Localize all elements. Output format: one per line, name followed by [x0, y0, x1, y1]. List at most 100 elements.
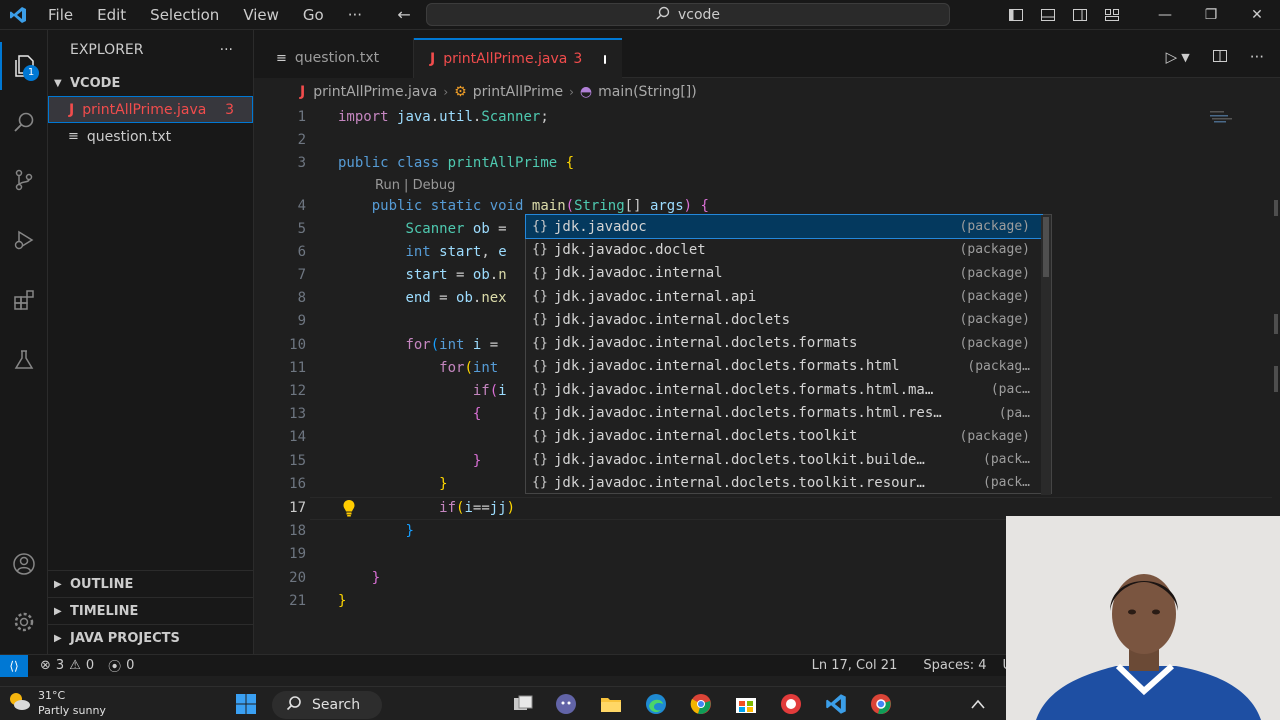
taskbar-search[interactable]: Search: [272, 691, 382, 719]
suggestion-label: jdk.javadoc: [554, 218, 647, 235]
chrome-profile-icon[interactable]: [868, 692, 894, 716]
run-dropdown-icon[interactable]: ▼: [1181, 51, 1189, 68]
vscode-taskbar-icon[interactable]: [823, 692, 849, 716]
chat-app-icon[interactable]: [553, 692, 579, 716]
suggestion-item[interactable]: {} jdk.javadoc.internal.doclets.formats …: [526, 332, 1042, 355]
suggestion-detail: (pac…: [990, 382, 1030, 398]
timeline-section[interactable]: ▶ TIMELINE: [48, 597, 254, 624]
code-line-11: for(int: [439, 360, 499, 376]
search-icon: [286, 695, 302, 715]
suggestion-detail: (pack…: [983, 452, 1030, 468]
file-item-printallprime[interactable]: J printAllPrime.java 3: [48, 96, 253, 123]
chrome-icon[interactable]: [688, 692, 714, 716]
ports-indicator[interactable]: ⦿ 0: [108, 656, 134, 675]
command-center-search[interactable]: vcode: [426, 3, 950, 26]
file-explorer-icon[interactable]: [598, 692, 624, 716]
toggle-panel-icon[interactable]: [1032, 0, 1064, 30]
customize-layout-icon[interactable]: [1096, 0, 1128, 30]
suggest-widget: {} jdk.javadoc (package) {} jdk.javadoc.…: [525, 213, 1052, 495]
toggle-secondary-sidebar-icon[interactable]: [1064, 0, 1096, 30]
breadcrumb-file[interactable]: printAllPrime.java: [313, 84, 437, 100]
folder-vcode[interactable]: ▼ VCODE: [48, 70, 253, 96]
codelens-run-debug[interactable]: Run | Debug: [375, 176, 455, 196]
edge-browser-icon[interactable]: [643, 692, 669, 716]
weather-temperature: 31°C: [38, 689, 66, 702]
windows-start-icon[interactable]: [233, 692, 259, 716]
menu-edit[interactable]: Edit: [85, 0, 138, 30]
partly-sunny-icon: [6, 690, 32, 716]
suggestion-item[interactable]: {} jdk.javadoc.internal.api (package): [526, 285, 1042, 308]
explorer-activity-icon[interactable]: 1: [0, 42, 48, 90]
source-control-icon[interactable]: [0, 156, 48, 204]
suggestion-item[interactable]: {} jdk.javadoc.internal.doclets.formats.…: [526, 355, 1042, 378]
problems-indicator[interactable]: ⊗ 3 ⚠ 0: [40, 658, 94, 673]
chevron-right-icon: ›: [569, 85, 574, 99]
line-number: 10: [289, 337, 306, 353]
task-view-icon[interactable]: [510, 692, 536, 716]
code-line-5: Scanner ob =: [405, 221, 516, 237]
suggestion-item[interactable]: {} jdk.javadoc.internal.doclets.toolkit …: [526, 425, 1042, 448]
extensions-icon[interactable]: [0, 276, 48, 324]
suggestion-item[interactable]: {} jdk.javadoc.internal.doclets (package…: [526, 308, 1042, 331]
menu-selection[interactable]: Selection: [138, 0, 231, 30]
method-symbol-icon: ◓: [579, 84, 593, 100]
code-line-16: }: [439, 476, 448, 492]
close-icon[interactable]: ✕: [1234, 0, 1280, 30]
search-activity-icon[interactable]: [0, 98, 48, 146]
suggestion-item[interactable]: {} jdk.javadoc.internal.doclets.toolkit.…: [526, 471, 1042, 494]
weather-widget[interactable]: 31°C Partly sunny: [6, 688, 106, 718]
ports-count: 0: [126, 658, 135, 673]
tray-chevron-up-icon[interactable]: [965, 692, 991, 716]
explorer-more-button[interactable]: ···: [220, 42, 233, 58]
breadcrumb-method[interactable]: main(String[]): [598, 84, 697, 100]
line-number: 8: [297, 290, 306, 306]
explorer-header: EXPLORER ···: [48, 30, 253, 70]
suggestion-item[interactable]: {} jdk.javadoc.internal.doclets.toolkit.…: [526, 448, 1042, 471]
indentation[interactable]: Spaces: 4: [923, 658, 986, 673]
minimap[interactable]: [1208, 110, 1236, 126]
lightbulb-icon[interactable]: [342, 499, 356, 517]
suggest-scrollbar[interactable]: [1041, 215, 1051, 495]
more-actions-button[interactable]: ···: [1250, 48, 1264, 68]
suggestion-item[interactable]: {} jdk.javadoc.internal (package): [526, 262, 1042, 285]
suggestion-item[interactable]: {} jdk.javadoc.internal.doclets.formats.…: [526, 401, 1042, 424]
breadcrumb-class[interactable]: printAllPrime: [473, 84, 563, 100]
minimize-icon[interactable]: —: [1142, 0, 1188, 30]
remote-indicator-icon[interactable]: ⟨⟩: [0, 654, 28, 677]
testing-flask-icon[interactable]: [0, 336, 48, 384]
menu-view[interactable]: View: [231, 0, 291, 30]
accounts-icon[interactable]: [0, 540, 48, 588]
line-number: 2: [297, 132, 306, 148]
module-braces-icon: {}: [532, 219, 548, 235]
file-item-question[interactable]: ≡ question.txt: [48, 123, 253, 150]
suggestion-detail: (packag…: [967, 358, 1030, 374]
menu-more-button[interactable]: ···: [336, 0, 374, 30]
java-projects-section[interactable]: ▶ JAVA PROJECTS: [48, 624, 254, 651]
run-debug-icon[interactable]: [0, 216, 48, 264]
suggestion-item[interactable]: {} jdk.javadoc (package): [525, 213, 1043, 240]
suggestion-label: jdk.javadoc.internal.api: [554, 288, 757, 305]
manage-gear-icon[interactable]: [0, 598, 48, 646]
run-java-icon[interactable]: ▷: [1166, 48, 1178, 68]
file-error-count: 3: [225, 101, 234, 118]
menu-go[interactable]: Go: [291, 0, 336, 30]
restore-icon[interactable]: ❐: [1188, 0, 1234, 30]
back-arrow-icon[interactable]: ←: [388, 5, 420, 24]
suggestion-item[interactable]: {} jdk.javadoc.internal.doclets.formats.…: [526, 378, 1042, 401]
cursor-position[interactable]: Ln 17, Col 21: [812, 658, 898, 673]
title-bar: File Edit Selection View Go ··· ← → vcod…: [0, 0, 1280, 30]
split-editor-icon[interactable]: [1212, 48, 1228, 68]
tab-printallprime-java[interactable]: J printAllPrime.java 3: [414, 38, 622, 78]
tab-question-txt[interactable]: ≡ question.txt: [254, 38, 414, 78]
suggestion-detail: (package): [959, 335, 1030, 351]
store-icon[interactable]: [733, 692, 759, 716]
module-braces-icon: {}: [532, 452, 548, 468]
menu-file[interactable]: File: [36, 0, 85, 30]
unsaved-dot-icon[interactable]: [604, 54, 606, 64]
app-icon[interactable]: [778, 692, 804, 716]
outline-section[interactable]: ▶ OUTLINE: [48, 570, 254, 597]
toggle-primary-sidebar-icon[interactable]: [1000, 0, 1032, 30]
line-number-current: 17: [289, 500, 306, 516]
activity-bar: 1: [0, 30, 48, 654]
suggestion-item[interactable]: {} jdk.javadoc.doclet (package): [526, 238, 1042, 261]
